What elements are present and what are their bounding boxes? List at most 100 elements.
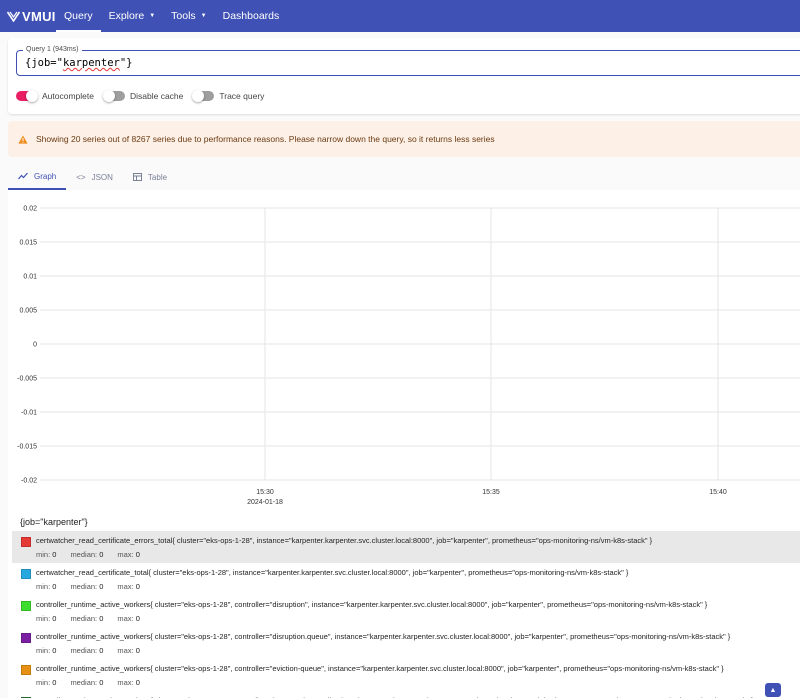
legend-stat-value: 0	[135, 614, 140, 623]
legend-series-name: controller_runtime_active_workers{ clust…	[36, 632, 731, 641]
legend-stats: min: 0 median: 0 max: 0	[36, 641, 800, 655]
tab-table-label: Table	[147, 172, 168, 182]
switch-off[interactable]	[192, 90, 215, 102]
arrow-up-icon: ▲	[769, 686, 777, 694]
legend-stat-median: median: 0	[70, 550, 104, 559]
legend-stat-value: 0	[135, 550, 140, 559]
nav-explore[interactable]: Explore ▼	[101, 0, 164, 32]
legend-color-swatch	[21, 601, 31, 611]
legend-item[interactable]: controller_runtime_active_workers{ clust…	[12, 691, 800, 698]
legend-stat-value: 0	[135, 646, 140, 655]
legend-item[interactable]: certwatcher_read_certificate_errors_tota…	[12, 531, 800, 563]
legend-stat-max: max: 0	[117, 582, 140, 591]
tab-graph[interactable]: Graph	[8, 164, 67, 190]
y-tick-label: 0.005	[19, 308, 37, 315]
legend-list: certwatcher_read_certificate_errors_tota…	[12, 531, 800, 698]
query-panel: Query 1 (943ms) {job="karpenter"} Autoco…	[8, 38, 800, 114]
y-tick-label: -0.005	[17, 376, 37, 383]
legend-series-name: controller_runtime_active_workers{ clust…	[36, 664, 724, 673]
legend-item[interactable]: controller_runtime_active_workers{ clust…	[12, 627, 800, 659]
vm-logo-icon	[7, 11, 20, 22]
legend-stat-min: min: 0	[36, 582, 57, 591]
legend-series-name: certwatcher_read_certificate_total{ clus…	[36, 568, 629, 577]
code-icon: <>	[76, 172, 86, 182]
legend-stat-max: max: 0	[117, 678, 140, 687]
autocomplete-label: Autocomplete	[42, 91, 94, 101]
tab-json[interactable]: <> JSON	[66, 164, 123, 190]
top-bar: VMUI Query Explore ▼ Tools ▼ Dashboards	[0, 0, 800, 32]
x-tick-date-label: 2024-01-18	[247, 499, 283, 506]
warning-icon	[18, 135, 28, 144]
disable-cache-toggle[interactable]: Disable cache	[102, 90, 184, 102]
vmui-logo[interactable]: VMUI	[0, 0, 56, 32]
y-tick-label: 0.02	[23, 206, 37, 213]
legend-stat-value: 0	[135, 582, 140, 591]
x-tick-label: 15:30	[256, 489, 274, 496]
legend-stat-value: 0	[52, 678, 57, 687]
legend-color-swatch	[21, 569, 31, 579]
query-input[interactable]: Query 1 (943ms) {job="karpenter"}	[16, 45, 800, 76]
nav-explore-label: Explore	[108, 10, 145, 22]
legend-item[interactable]: certwatcher_read_certificate_total{ clus…	[12, 563, 800, 595]
autocomplete-toggle[interactable]: Autocomplete	[16, 90, 94, 102]
x-tick-label: 15:35	[482, 489, 500, 496]
query-value[interactable]: {job="karpenter"}	[25, 57, 133, 69]
legend-stat-min: min: 0	[36, 678, 57, 687]
logo-text: VMUI	[22, 8, 56, 24]
legend-stats: min: 0 median: 0 max: 0	[36, 673, 800, 687]
legend-stat-value: 0	[52, 614, 57, 623]
switch-on[interactable]	[16, 90, 38, 102]
x-tick-label: 15:40	[709, 489, 727, 496]
legend-stat-median: median: 0	[70, 614, 104, 623]
legend-stat-median: median: 0	[70, 678, 104, 687]
y-tick-label: -0.015	[17, 444, 37, 451]
legend-series-name: controller_runtime_active_workers{ clust…	[36, 691, 800, 698]
y-tick-label: 0.015	[19, 240, 37, 247]
warning-text: Showing 20 series out of 8267 series due…	[36, 134, 495, 144]
legend-stat-value: 0	[52, 550, 57, 559]
tab-json-label: JSON	[91, 172, 113, 182]
legend-stat-value: 0	[52, 582, 57, 591]
nav-query[interactable]: Query	[56, 0, 101, 32]
query-term: karpenter	[62, 57, 120, 69]
legend-stat-min: min: 0	[36, 614, 57, 623]
tab-graph-label: Graph	[34, 171, 57, 181]
legend-stat-value: 0	[99, 614, 104, 623]
legend-stat-min: min: 0	[36, 550, 57, 559]
legend-stats: min: 0 median: 0 max: 0	[36, 609, 800, 623]
legend-stat-median: median: 0	[70, 582, 104, 591]
legend-stat-max: max: 0	[117, 646, 140, 655]
scroll-to-top-button[interactable]: ▲	[765, 683, 781, 697]
legend-stat-value: 0	[135, 678, 140, 687]
legend-group-title: {job="karpenter"}	[20, 517, 88, 527]
legend-stat-min: min: 0	[36, 646, 57, 655]
nav-query-label: Query	[64, 10, 93, 22]
nav-tools[interactable]: Tools ▼	[163, 0, 214, 32]
query-toggles: Autocomplete Disable cache Trace query	[16, 90, 274, 102]
series-limit-warning: Showing 20 series out of 8267 series due…	[8, 121, 800, 157]
query-legend: Query 1 (943ms)	[23, 45, 82, 55]
legend-stat-value: 0	[99, 678, 104, 687]
switch-off[interactable]	[102, 90, 125, 102]
caret-down-icon: ▼	[200, 13, 207, 19]
trace-query-label: Trace query	[219, 91, 265, 101]
disable-cache-label: Disable cache	[129, 91, 184, 101]
trace-query-toggle[interactable]: Trace query	[192, 90, 265, 102]
legend-stat-max: max: 0	[117, 550, 140, 559]
legend-stat-value: 0	[99, 646, 104, 655]
graph-chart[interactable]: 0.02 0.015 0.01 0.005 0 -0.005 -0.01 -0.015 -0.0…	[0, 192, 800, 510]
legend-item[interactable]: controller_runtime_active_workers{ clust…	[12, 659, 800, 691]
legend-stat-median: median: 0	[70, 646, 104, 655]
y-tick-label: -0.02	[21, 478, 37, 485]
display-tabs: Graph <> JSON Table	[8, 164, 800, 190]
tab-table[interactable]: Table	[123, 164, 177, 190]
chart-icon	[18, 172, 28, 180]
legend-item[interactable]: controller_runtime_active_workers{ clust…	[12, 595, 800, 627]
legend-color-swatch	[21, 633, 31, 643]
y-tick-label: -0.01	[21, 410, 37, 417]
nav-dashboards[interactable]: Dashboards	[215, 0, 288, 32]
legend-color-swatch	[21, 665, 31, 675]
query-text: {job="karpenter"}	[25, 57, 133, 69]
y-tick-label: 0	[33, 342, 37, 349]
y-tick-label: 0.01	[23, 274, 37, 281]
